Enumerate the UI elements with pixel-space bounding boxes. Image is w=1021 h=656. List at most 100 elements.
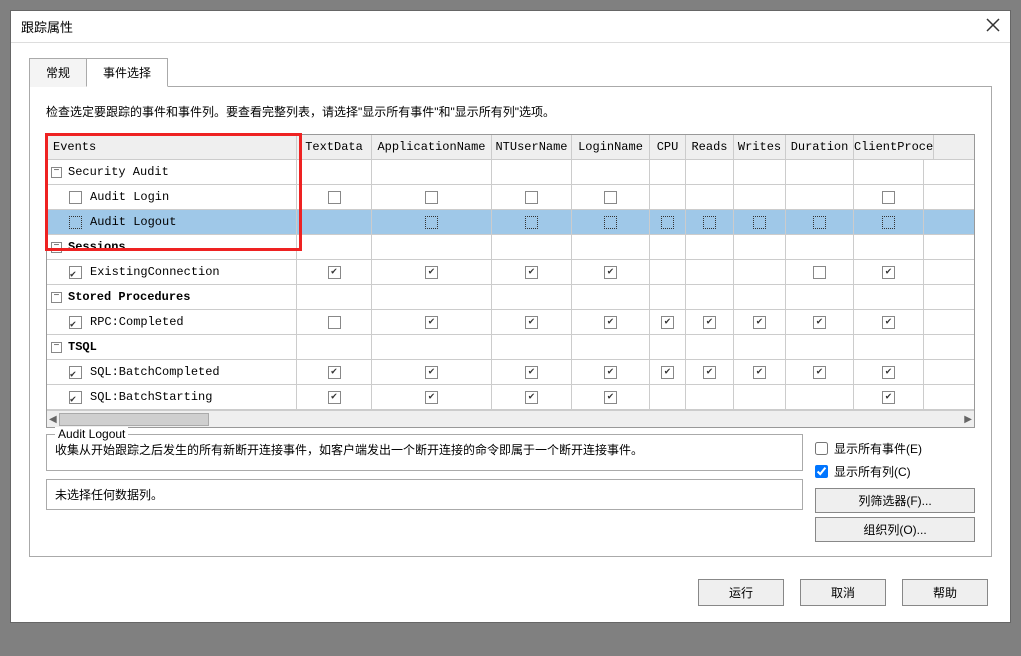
row-rpc-completed[interactable]: RPC:Completed <box>47 310 297 335</box>
checkbox[interactable] <box>661 366 674 379</box>
checkbox[interactable] <box>425 191 438 204</box>
close-icon[interactable] <box>986 18 1000 35</box>
checkbox[interactable] <box>882 366 895 379</box>
description-legend: Audit Logout <box>55 427 128 441</box>
checkbox[interactable] <box>813 216 826 229</box>
checkbox[interactable] <box>661 216 674 229</box>
checkbox[interactable] <box>328 266 341 279</box>
checkbox[interactable] <box>813 366 826 379</box>
run-button[interactable]: 运行 <box>698 579 784 606</box>
row-existing-connection[interactable]: ExistingConnection <box>47 260 297 285</box>
collapse-icon[interactable]: − <box>51 342 62 353</box>
checkbox[interactable] <box>882 266 895 279</box>
collapse-icon[interactable]: − <box>51 167 62 178</box>
column-filters-button[interactable]: 列筛选器(F)... <box>815 488 975 513</box>
checkbox-audit-login[interactable] <box>69 191 82 204</box>
datarow-audit-login[interactable] <box>297 185 974 210</box>
cancel-button[interactable]: 取消 <box>800 579 886 606</box>
event-description-box: Audit Logout 收集从开始跟踪之后发生的所有新断开连接事件，如客户端发… <box>46 434 803 471</box>
checkbox[interactable] <box>703 216 716 229</box>
col-header-textdata[interactable]: TextData <box>297 135 372 159</box>
checkbox-rpc-completed[interactable] <box>69 316 82 329</box>
checkbox[interactable] <box>882 191 895 204</box>
checkbox[interactable] <box>604 316 617 329</box>
checkbox[interactable] <box>425 391 438 404</box>
col-header-events[interactable]: Events <box>47 135 297 160</box>
col-header-writes[interactable]: Writes <box>734 135 786 159</box>
checkbox[interactable] <box>604 391 617 404</box>
checkbox[interactable] <box>525 366 538 379</box>
checkbox[interactable] <box>882 216 895 229</box>
checkbox[interactable] <box>753 216 766 229</box>
checkbox[interactable] <box>813 266 826 279</box>
show-all-events-checkbox[interactable]: 显示所有事件(E) <box>815 440 975 457</box>
tab-general[interactable]: 常规 <box>29 58 87 87</box>
datarow-audit-logout[interactable] <box>297 210 974 235</box>
checkbox[interactable] <box>425 266 438 279</box>
events-table: Events − Security Audit Audit Login <box>46 134 975 428</box>
row-batch-completed[interactable]: SQL:BatchCompleted <box>47 360 297 385</box>
checkbox-batch-completed[interactable] <box>69 366 82 379</box>
trace-properties-dialog: 跟踪属性 常规 事件选择 检查选定要跟踪的事件和事件列。要查看完整列表，请选择"… <box>10 10 1011 623</box>
datarow-batch-starting[interactable] <box>297 385 974 410</box>
scrollbar-thumb[interactable] <box>59 413 209 426</box>
checkbox[interactable] <box>425 216 438 229</box>
help-button[interactable]: 帮助 <box>902 579 988 606</box>
col-header-duration[interactable]: Duration <box>786 135 854 159</box>
checkbox[interactable] <box>703 366 716 379</box>
datarow-batch-completed[interactable] <box>297 360 974 385</box>
collapse-icon[interactable]: − <box>51 292 62 303</box>
checkbox[interactable] <box>703 316 716 329</box>
group-stored-procedures[interactable]: − Stored Procedures <box>47 285 297 310</box>
checkbox[interactable] <box>753 316 766 329</box>
checkbox[interactable] <box>328 366 341 379</box>
group-sessions[interactable]: − Sessions <box>47 235 297 260</box>
datarow-rpc-completed[interactable] <box>297 310 974 335</box>
checkbox[interactable] <box>661 316 674 329</box>
col-header-loginname[interactable]: LoginName <box>572 135 650 159</box>
checkbox-show-all-columns[interactable] <box>815 465 828 478</box>
checkbox-show-all-events[interactable] <box>815 442 828 455</box>
col-header-cpu[interactable]: CPU <box>650 135 686 159</box>
checkbox-batch-starting[interactable] <box>69 391 82 404</box>
checkbox[interactable] <box>753 366 766 379</box>
datarow-existing-connection[interactable] <box>297 260 974 285</box>
checkbox[interactable] <box>525 191 538 204</box>
checkbox[interactable] <box>813 316 826 329</box>
checkbox[interactable] <box>604 366 617 379</box>
show-all-columns-checkbox[interactable]: 显示所有列(C) <box>815 463 975 480</box>
col-header-clientprocess[interactable]: ClientProce <box>854 135 934 159</box>
tabstrip: 常规 事件选择 <box>29 57 992 87</box>
checkbox[interactable] <box>328 316 341 329</box>
col-header-ntusername[interactable]: NTUserName <box>492 135 572 159</box>
checkbox[interactable] <box>604 191 617 204</box>
checkbox[interactable] <box>328 391 341 404</box>
checkbox[interactable] <box>525 216 538 229</box>
checkbox[interactable] <box>604 266 617 279</box>
checkbox-audit-logout[interactable] <box>69 216 82 229</box>
organize-columns-button[interactable]: 组织列(O)... <box>815 517 975 542</box>
checkbox[interactable] <box>328 191 341 204</box>
scroll-right-icon[interactable]: ▶ <box>964 414 972 425</box>
horizontal-scrollbar[interactable]: ◀ ▶ <box>47 410 974 427</box>
col-header-applicationname[interactable]: ApplicationName <box>372 135 492 159</box>
no-data-column-box: 未选择任何数据列。 <box>46 479 803 510</box>
checkbox[interactable] <box>604 216 617 229</box>
group-tsql[interactable]: − TSQL <box>47 335 297 360</box>
group-security-audit[interactable]: − Security Audit <box>47 160 297 185</box>
scroll-left-icon[interactable]: ◀ <box>49 414 57 425</box>
checkbox[interactable] <box>525 391 538 404</box>
tab-event-selection[interactable]: 事件选择 <box>86 58 168 87</box>
checkbox[interactable] <box>882 391 895 404</box>
row-audit-login[interactable]: Audit Login <box>47 185 297 210</box>
collapse-icon[interactable]: − <box>51 242 62 253</box>
checkbox[interactable] <box>425 316 438 329</box>
checkbox[interactable] <box>525 266 538 279</box>
col-header-reads[interactable]: Reads <box>686 135 734 159</box>
checkbox[interactable] <box>882 316 895 329</box>
checkbox[interactable] <box>425 366 438 379</box>
row-audit-logout[interactable]: Audit Logout <box>47 210 297 235</box>
checkbox[interactable] <box>525 316 538 329</box>
row-batch-starting[interactable]: SQL:BatchStarting <box>47 385 297 410</box>
checkbox-existing-connection[interactable] <box>69 266 82 279</box>
